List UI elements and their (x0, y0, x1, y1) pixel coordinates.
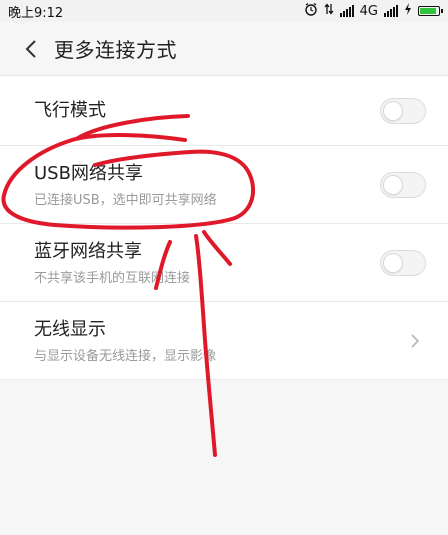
bluetooth-tethering-toggle[interactable] (380, 249, 426, 276)
setting-subtitle: 已连接USB，选中即可共享网络 (34, 193, 217, 209)
setting-bluetooth-tethering[interactable]: 蓝牙网络共享 不共享该手机的互联网连接 (0, 224, 448, 302)
alarm-icon (304, 2, 318, 20)
setting-subtitle: 不共享该手机的互联网连接 (34, 271, 191, 287)
status-bar: 晚上9:12 4G (0, 0, 448, 22)
battery-icon (418, 6, 443, 16)
data-transfer-icon (324, 3, 334, 19)
toggle-knob (383, 100, 403, 121)
status-time: 晚上9:12 (8, 5, 64, 21)
status-icons: 4G (304, 2, 443, 20)
toggle-knob (383, 174, 403, 195)
setting-text: 飞行模式 (34, 98, 380, 123)
setting-usb-tethering[interactable]: USB网络共享 已连接USB，选中即可共享网络 (0, 146, 448, 224)
setting-title: USB网络共享 (34, 162, 143, 184)
setting-text: 蓝牙网络共享 不共享该手机的互联网连接 (34, 239, 380, 286)
usb-tethering-toggle[interactable] (380, 171, 426, 198)
toggle-knob (383, 252, 403, 273)
network-type: 4G (359, 3, 378, 19)
setting-subtitle: 与显示设备无线连接，显示影像 (34, 349, 217, 365)
chevron-left-icon[interactable] (18, 36, 44, 62)
setting-airplane-mode[interactable]: 飞行模式 (0, 76, 448, 146)
setting-title: 蓝牙网络共享 (34, 240, 142, 262)
charging-icon (404, 3, 412, 19)
airplane-mode-toggle[interactable] (380, 97, 426, 124)
setting-title: 飞行模式 (34, 99, 106, 121)
app-header: 更多连接方式 (0, 22, 448, 76)
chevron-right-icon (404, 330, 426, 352)
page-title: 更多连接方式 (54, 38, 177, 62)
battery-level (420, 8, 436, 14)
setting-text: 无线显示 与显示设备无线连接，显示影像 (34, 317, 404, 364)
signal-icon-secondary (384, 5, 398, 17)
setting-text: USB网络共享 已连接USB，选中即可共享网络 (34, 161, 380, 208)
signal-icon (339, 5, 354, 17)
setting-title: 无线显示 (34, 318, 106, 340)
settings-list: 飞行模式 USB网络共享 已连接USB，选中即可共享网络 蓝牙网络共享 不共享该… (0, 76, 448, 380)
setting-wireless-display[interactable]: 无线显示 与显示设备无线连接，显示影像 (0, 302, 448, 380)
